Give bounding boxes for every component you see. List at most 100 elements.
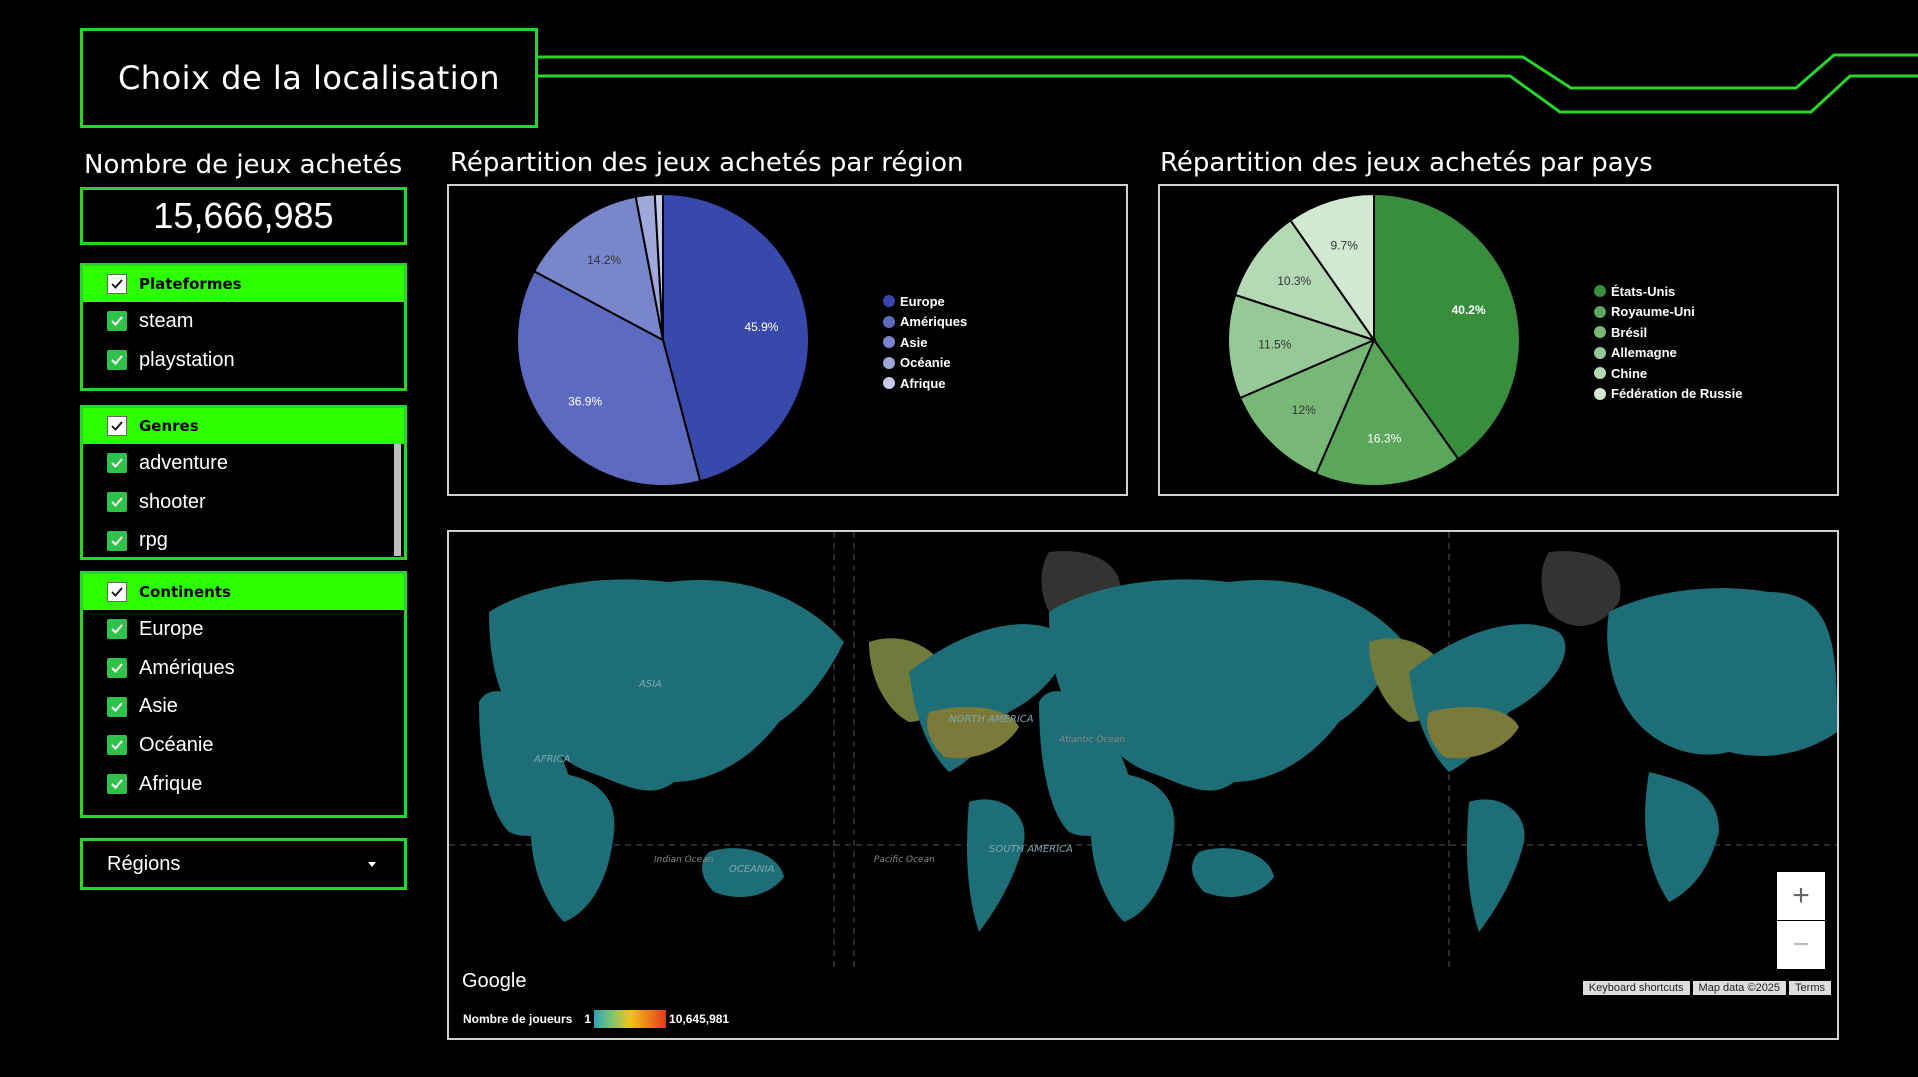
legend-dot-icon [883,336,895,349]
pie-region-card: 45.9% 36.9% 14.2% Europe Amériques Asie Océan… [447,184,1128,496]
checkbox-icon[interactable] [107,619,127,640]
filter-option-label: Asie [139,695,178,718]
legend-label: Royaume-Uni [1611,304,1695,320]
legend-item[interactable]: Royaume-Uni [1594,302,1742,323]
legend-dot-icon [1594,285,1606,298]
filter-option-ameriques[interactable]: Amériques [83,649,404,688]
filter-option-adventure[interactable]: adventure [83,444,404,483]
filter-option-label: rpg [139,529,168,552]
filter-genres-header[interactable]: Genres [83,408,404,444]
zoom-in-button[interactable]: + [1777,872,1825,920]
map-legend-min: 1 [584,1012,592,1026]
checkbox-icon[interactable] [107,735,127,756]
circuit-decoration [538,53,1918,114]
map-color-legend: Nombre de joueurs 1 10,645,981 [463,1010,729,1028]
checkbox-icon[interactable] [107,658,127,679]
filter-option-label: shooter [139,490,206,513]
filter-option-label: steam [139,309,194,332]
legend-item[interactable]: Océanie [883,353,967,374]
filter-plateformes-label: Plateformes [139,275,242,293]
chevron-down-icon[interactable] [368,862,376,867]
map-legend-title: Nombre de joueurs [463,1012,573,1026]
regions-dropdown-label: Régions [107,852,181,875]
filter-continents: Continents Europe Amériques Asie Océanie… [80,571,407,818]
filter-option-steam[interactable]: steam [83,302,404,341]
filter-option-playstation[interactable]: playstation [83,341,404,380]
legend-item[interactable]: Brésil [1594,322,1742,343]
filter-option-label: playstation [139,348,235,371]
filter-scrollbar[interactable] [394,444,401,556]
map-canvas[interactable]: ASIA NORTH AMERICA SOUTH AMERICA AFRICA … [449,532,1837,1038]
legend-item[interactable]: Fédération de Russie [1594,384,1742,405]
map-legend-gradient [594,1010,667,1028]
filter-continents-header[interactable]: Continents [83,574,404,610]
page-title-box: Choix de la localisation [80,28,538,128]
legend-label: Europe [900,293,945,309]
map-attribution: Keyboard shortcuts Map data ©2025 Terms [1582,981,1831,995]
legend-dot-icon [1594,387,1606,400]
checkbox-icon[interactable] [107,311,127,332]
legend-dot-icon [883,356,895,369]
kpi-value: 15,666,985 [153,195,334,236]
filter-option-shooter[interactable]: shooter [83,483,404,522]
pie-slice-label: 40.2% [1452,303,1486,317]
legend-label: Allemagne [1611,345,1677,361]
regions-dropdown[interactable]: Régions [80,838,407,890]
pie-country-title: Répartition des jeux achetés par pays [1160,148,1653,178]
checkbox-icon[interactable] [107,774,127,795]
filter-option-rpg[interactable]: rpg [83,521,404,557]
legend-item[interactable]: Allemagne [1594,343,1742,364]
pie-slice-label: 14.2% [587,253,621,267]
pie-slice-label: 12% [1292,403,1316,417]
checkbox-icon[interactable] [107,696,127,717]
pie-slice-label: 9.7% [1331,238,1359,252]
map-label-south-america: SOUTH AMERICA [989,844,1073,855]
filter-genres: Genres adventure shooter rpg [80,405,407,560]
keyboard-shortcuts-link[interactable]: Keyboard shortcuts [1582,981,1690,995]
legend-item[interactable]: États-Unis [1594,281,1742,302]
filter-option-label: adventure [139,451,228,474]
checkbox-icon[interactable] [107,453,127,474]
legend-dot-icon [883,295,895,308]
page-title: Choix de la localisation [117,59,501,97]
legend-item[interactable]: Chine [1594,363,1742,384]
legend-label: Fédération de Russie [1611,386,1743,402]
map-legend-max: 10,645,981 [669,1012,730,1026]
filter-option-label: Afrique [139,772,203,795]
checkbox-icon[interactable] [107,530,127,551]
map-label-atlantic: Atlantic Ocean [1058,735,1125,745]
filter-option-oceanie[interactable]: Océanie [83,726,404,765]
world-map[interactable]: ASIA NORTH AMERICA SOUTH AMERICA AFRICA … [447,530,1839,1040]
legend-item[interactable]: Asie [883,332,967,353]
filter-option-afrique[interactable]: Afrique [83,765,404,804]
filter-genres-label: Genres [139,417,199,435]
map-label-north-america: NORTH AMERICA [949,714,1034,725]
map-label-asia: ASIA [638,679,662,690]
legend-item[interactable]: Afrique [883,373,967,394]
checkbox-icon[interactable] [107,416,127,436]
pie-country-legend: États-Unis Royaume-Uni Brésil Allemagne Chin… [1594,281,1742,404]
filter-option-label: Europe [139,617,204,640]
filter-option-europe[interactable]: Europe [83,610,404,649]
filter-plateformes-header[interactable]: Plateformes [83,266,404,302]
kpi-card: 15,666,985 [80,187,407,245]
zoom-out-button[interactable]: − [1777,921,1825,969]
filter-option-asie[interactable]: Asie [83,687,404,726]
checkbox-icon[interactable] [107,492,127,513]
legend-item[interactable]: Amériques [883,312,967,333]
legend-dot-icon [883,377,895,390]
legend-dot-icon [1594,326,1606,339]
legend-dot-icon [1594,305,1606,318]
checkbox-icon[interactable] [107,350,127,371]
pie-slice-label: 36.9% [568,395,602,409]
legend-label: Amériques [900,314,968,330]
checkbox-icon[interactable] [107,274,127,294]
map-label-africa: AFRICA [533,754,570,765]
pie-slice-label: 16.3% [1367,432,1401,446]
legend-item[interactable]: Europe [883,291,967,312]
terms-link[interactable]: Terms [1789,981,1831,995]
pie-region-title: Répartition des jeux achetés par région [450,148,964,178]
world-copy-right [1039,551,1837,932]
pie-slice-label: 11.5% [1258,338,1291,352]
checkbox-icon[interactable] [107,582,127,602]
